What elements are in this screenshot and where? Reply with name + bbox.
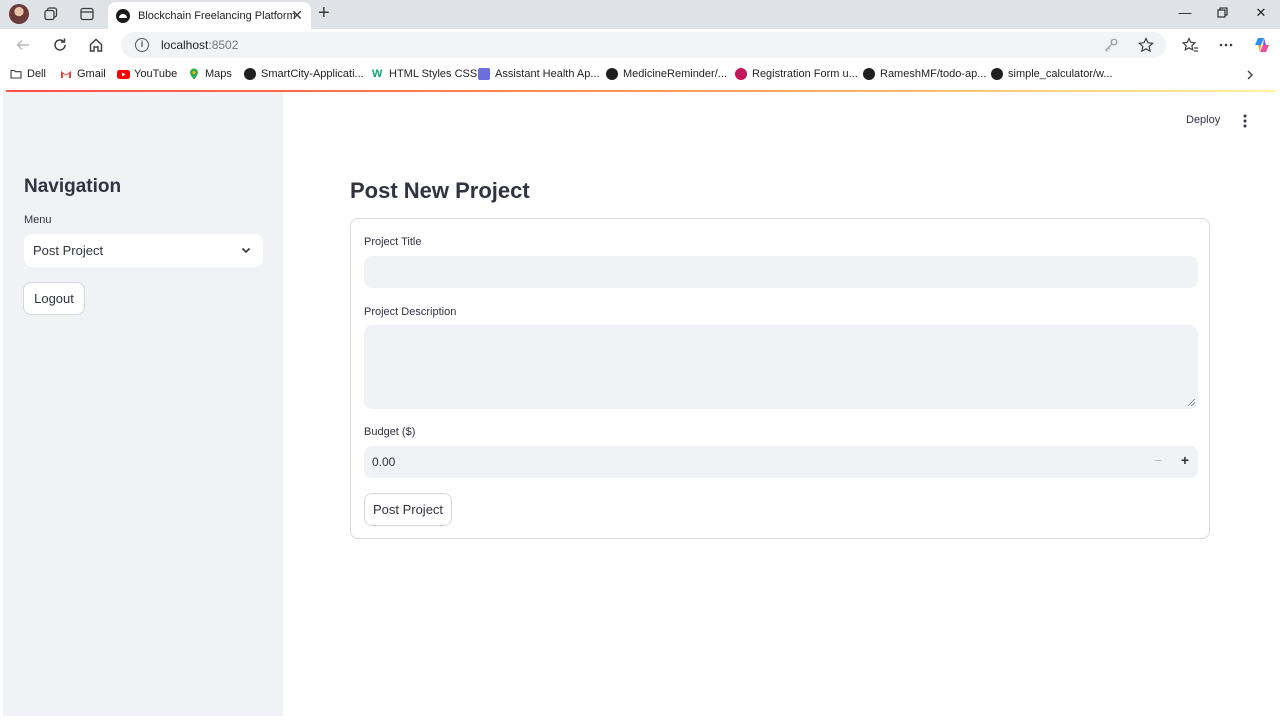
tab-actions-icon[interactable] [80, 7, 94, 21]
chevron-right-icon[interactable] [1244, 69, 1256, 81]
bookmark-item[interactable]: Dell [10, 68, 46, 80]
bookmark-item[interactable]: YouTube [117, 68, 177, 80]
app-icon [478, 68, 490, 80]
new-tab-icon[interactable]: + [318, 3, 330, 23]
bookmark-item[interactable]: W HTML Styles CSS [372, 68, 477, 80]
bookmark-label: Gmail [77, 68, 106, 80]
bookmark-label: RameshMF/todo-ap... [880, 68, 987, 80]
increment-icon[interactable]: + [1181, 452, 1189, 468]
resize-handle-icon[interactable] [1188, 399, 1195, 406]
bookmark-item[interactable]: SmartCity-Applicati... [244, 68, 364, 80]
bookmark-label: Assistant Health Ap... [495, 68, 600, 80]
tab-title: Blockchain Freelancing Platform [138, 9, 296, 22]
site-icon [735, 68, 747, 80]
bookmarks-bar: Dell Gmail YouTube Maps SmartCity-Applic… [0, 62, 1280, 89]
budget-label: Budget ($) [364, 426, 416, 438]
bookmark-item[interactable]: Gmail [60, 68, 106, 80]
browser-toolbar: i localhost:8502 [0, 29, 1280, 62]
sidebar: Navigation Menu Post Project Logout [3, 92, 283, 716]
github-icon [991, 68, 1003, 80]
logout-button[interactable]: Logout [23, 282, 85, 315]
address-bar[interactable]: i localhost:8502 [121, 32, 1166, 58]
close-window-icon[interactable]: ✕ [1251, 5, 1271, 21]
menu-selected-value: Post Project [33, 243, 104, 258]
page-title: Post New Project [350, 178, 530, 203]
github-icon [863, 68, 875, 80]
more-options-icon[interactable] [1218, 37, 1234, 53]
project-title-label: Project Title [364, 236, 422, 248]
site-info-icon[interactable]: i [135, 38, 149, 52]
bookmark-label: YouTube [134, 68, 178, 80]
decrement-icon[interactable]: − [1154, 452, 1162, 468]
project-description-textarea[interactable] [364, 325, 1198, 409]
bookmark-label: Registration Form u... [752, 68, 858, 80]
minimize-icon[interactable]: — [1175, 5, 1195, 20]
chevron-down-icon [240, 244, 252, 259]
close-tab-icon[interactable]: ✕ [291, 8, 303, 22]
back-icon[interactable] [15, 37, 31, 53]
bookmark-label: Dell [27, 68, 46, 80]
youtube-icon [117, 68, 130, 80]
project-title-input[interactable] [364, 256, 1198, 288]
profile-avatar[interactable] [9, 4, 29, 24]
bookmark-item[interactable]: MedicineReminder/... [606, 68, 727, 80]
streamlit-favicon-icon [116, 8, 130, 23]
bookmark-item[interactable]: Registration Form u... [735, 68, 858, 80]
sidebar-title: Navigation [24, 176, 122, 197]
budget-value: 0.00 [372, 455, 396, 469]
favorite-star-icon[interactable] [1138, 37, 1154, 53]
bookmark-label: Maps [205, 68, 232, 80]
active-tab[interactable]: Blockchain Freelancing Platform ✕ [108, 2, 311, 29]
bookmark-item[interactable]: RameshMF/todo-ap... [863, 68, 986, 80]
reload-icon[interactable] [52, 37, 68, 53]
maps-icon [188, 68, 200, 80]
budget-number-input[interactable]: 0.00 − + [364, 446, 1198, 478]
workspaces-icon[interactable] [44, 7, 58, 21]
browser-tab-bar: Blockchain Freelancing Platform ✕ + — ✕ [0, 0, 1280, 29]
menu-select[interactable]: Post Project [24, 234, 263, 267]
bookmark-label: simple_calculator/w... [1008, 68, 1113, 80]
bookmark-item[interactable]: Assistant Health Ap... [478, 68, 600, 80]
post-project-form: Project Title Project Description Budget… [350, 218, 1210, 539]
project-description-label: Project Description [364, 306, 457, 318]
bookmark-label: MedicineReminder/... [623, 68, 727, 80]
gmail-icon [60, 68, 72, 80]
restore-icon[interactable] [1212, 6, 1232, 21]
bookmark-item[interactable]: Maps [188, 68, 232, 80]
w3schools-icon: W [372, 68, 383, 80]
folder-icon [10, 68, 22, 80]
favorites-icon[interactable] [1182, 37, 1199, 53]
post-project-button[interactable]: Post Project [364, 493, 452, 526]
main-menu-icon[interactable] [1238, 112, 1252, 130]
copilot-icon[interactable] [1253, 36, 1271, 54]
deploy-button[interactable]: Deploy [1186, 114, 1220, 126]
menu-label: Menu [24, 214, 52, 226]
bookmark-label: SmartCity-Applicati... [261, 68, 364, 80]
bookmark-label: HTML Styles CSS [389, 68, 478, 80]
url-text: localhost:8502 [161, 38, 239, 52]
password-key-icon[interactable] [1104, 38, 1118, 52]
github-icon [606, 68, 618, 80]
github-icon [244, 68, 256, 80]
home-icon[interactable] [88, 37, 104, 53]
bookmark-item[interactable]: simple_calculator/w... [991, 68, 1113, 80]
